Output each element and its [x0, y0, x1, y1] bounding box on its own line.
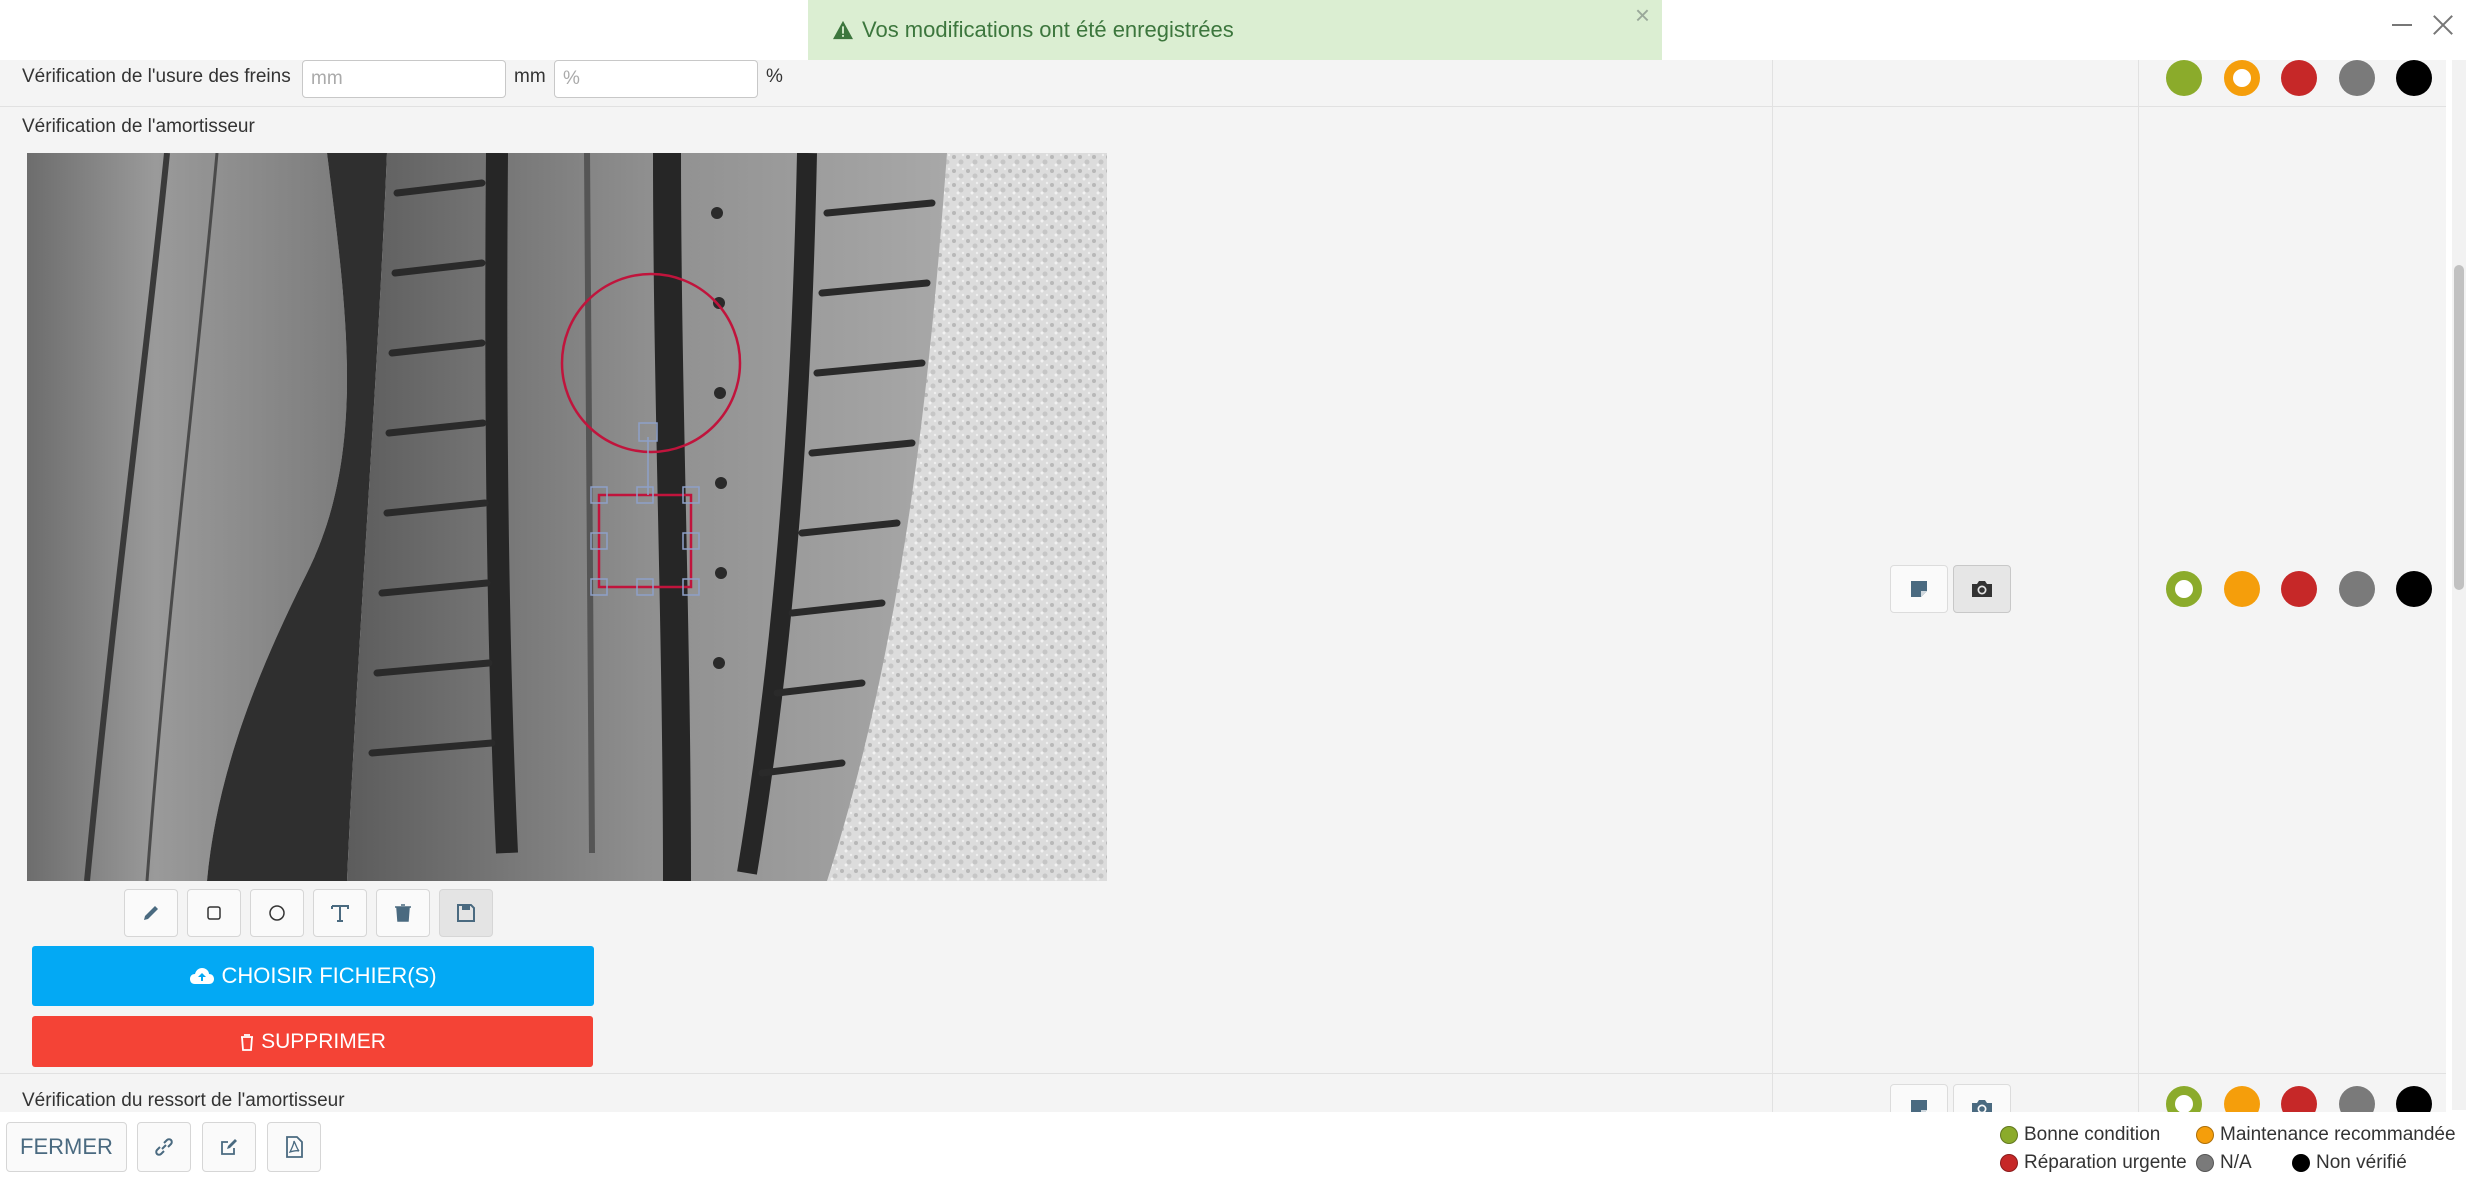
close-window-icon[interactable]: [2426, 8, 2460, 42]
camera-button[interactable]: [1953, 1084, 2011, 1114]
legend-good-dot: [2000, 1126, 2018, 1144]
status-urgent-dot[interactable]: [2281, 571, 2317, 607]
row-spring: Vérification du ressort de l'amortisseur: [0, 1074, 2446, 1115]
delete-image-button[interactable]: SUPPRIMER: [32, 1016, 593, 1067]
inspection-photo[interactable]: [27, 153, 1107, 881]
close-button-label: FERMER: [20, 1134, 113, 1159]
scrollbar-thumb[interactable]: [2454, 265, 2464, 590]
status-na-dot[interactable]: [2339, 60, 2375, 96]
trash-icon: [395, 904, 411, 922]
legend-na-dot: [2196, 1154, 2214, 1172]
pdf-icon: [286, 1136, 303, 1158]
choose-files-label: CHOISIR FICHIER(S): [221, 963, 437, 988]
legend-urgent-dot: [2000, 1154, 2018, 1172]
brake-mm-input[interactable]: [302, 60, 506, 98]
status-na-dot[interactable]: [2339, 571, 2375, 607]
note-button[interactable]: [1890, 565, 1948, 613]
legend-urgent-label: Réparation urgente: [2024, 1152, 2187, 1173]
status-maintenance-dot[interactable]: [2224, 571, 2260, 607]
status-unchecked-dot[interactable]: [2396, 60, 2432, 96]
delete-tool-button[interactable]: [376, 889, 430, 937]
legend-unchecked-dot: [2292, 1154, 2310, 1172]
success-toast: Vos modifications ont été enregistrées ×: [808, 0, 1662, 60]
status-unchecked-dot[interactable]: [2396, 571, 2432, 607]
rectangle-tool-button[interactable]: [187, 889, 241, 937]
status-good-dot[interactable]: [2166, 571, 2202, 607]
camera-button[interactable]: [1953, 565, 2011, 613]
legend-maintenance-dot: [2196, 1126, 2214, 1144]
brake-mm-unit: mm: [514, 66, 546, 87]
legend-unchecked-label: Non vérifié: [2316, 1152, 2407, 1173]
row-spring-label: Vérification du ressort de l'amortisseur: [22, 1090, 345, 1111]
row-brakes-label: Vérification de l'usure des freins: [22, 66, 291, 87]
brake-pct-input[interactable]: [554, 60, 758, 98]
footer-bar: FERMER Bonne condition Maintenance recom…: [0, 1112, 2466, 1178]
text-tool-button[interactable]: [313, 889, 367, 937]
row-brakes: Vérification de l'usure des freins mm %: [0, 60, 2446, 107]
status-maintenance-dot[interactable]: [2224, 60, 2260, 96]
vertical-scrollbar[interactable]: [2452, 60, 2466, 1110]
circle-icon: [269, 905, 285, 921]
minimize-icon[interactable]: [2388, 10, 2416, 38]
status-urgent-dot[interactable]: [2281, 1086, 2317, 1114]
text-icon: [331, 905, 349, 922]
link-icon: [155, 1138, 173, 1156]
row-shock-label: Vérification de l'amortisseur: [22, 116, 255, 137]
legend-maintenance-label: Maintenance recommandée: [2220, 1124, 2456, 1145]
legend-good: Bonne condition: [2000, 1124, 2160, 1146]
note-button[interactable]: [1890, 1084, 1948, 1114]
close-button[interactable]: FERMER: [6, 1122, 127, 1172]
delete-image-label: SUPPRIMER: [261, 1029, 386, 1053]
trash-icon: [241, 1033, 254, 1051]
cloud-upload-icon: [190, 968, 215, 984]
status-unchecked-dot[interactable]: [2396, 1086, 2432, 1114]
camera-icon: [1972, 581, 1992, 597]
legend-na-label: N/A: [2220, 1152, 2252, 1173]
toast-message: Vos modifications ont été enregistrées: [862, 17, 1234, 42]
status-na-dot[interactable]: [2339, 1086, 2375, 1114]
brake-pct-unit: %: [766, 66, 783, 87]
toast-close-icon[interactable]: ×: [1635, 2, 1650, 28]
choose-files-button[interactable]: CHOISIR FICHIER(S): [32, 946, 594, 1006]
pdf-button[interactable]: [267, 1122, 321, 1172]
note-icon: [1911, 581, 1927, 597]
status-good-dot[interactable]: [2166, 60, 2202, 96]
status-maintenance-dot[interactable]: [2224, 1086, 2260, 1114]
legend-unchecked: Non vérifié: [2292, 1152, 2407, 1174]
link-button[interactable]: [137, 1122, 191, 1172]
tire-image: [27, 153, 1107, 881]
legend-urgent: Réparation urgente: [2000, 1152, 2187, 1174]
circle-tool-button[interactable]: [250, 889, 304, 937]
rectangle-icon: [207, 906, 221, 920]
pencil-tool-button[interactable]: [124, 889, 178, 937]
pencil-icon: [144, 906, 158, 920]
edit-icon: [221, 1139, 237, 1155]
status-good-dot[interactable]: [2166, 1086, 2202, 1114]
save-icon: [457, 904, 475, 922]
status-urgent-dot[interactable]: [2281, 60, 2317, 96]
legend-good-label: Bonne condition: [2024, 1124, 2161, 1145]
warning-icon: [833, 20, 853, 40]
save-tool-button[interactable]: [439, 889, 493, 937]
legend-na: N/A: [2196, 1152, 2252, 1174]
legend-maintenance: Maintenance recommandée: [2196, 1124, 2456, 1146]
edit-button[interactable]: [202, 1122, 256, 1172]
